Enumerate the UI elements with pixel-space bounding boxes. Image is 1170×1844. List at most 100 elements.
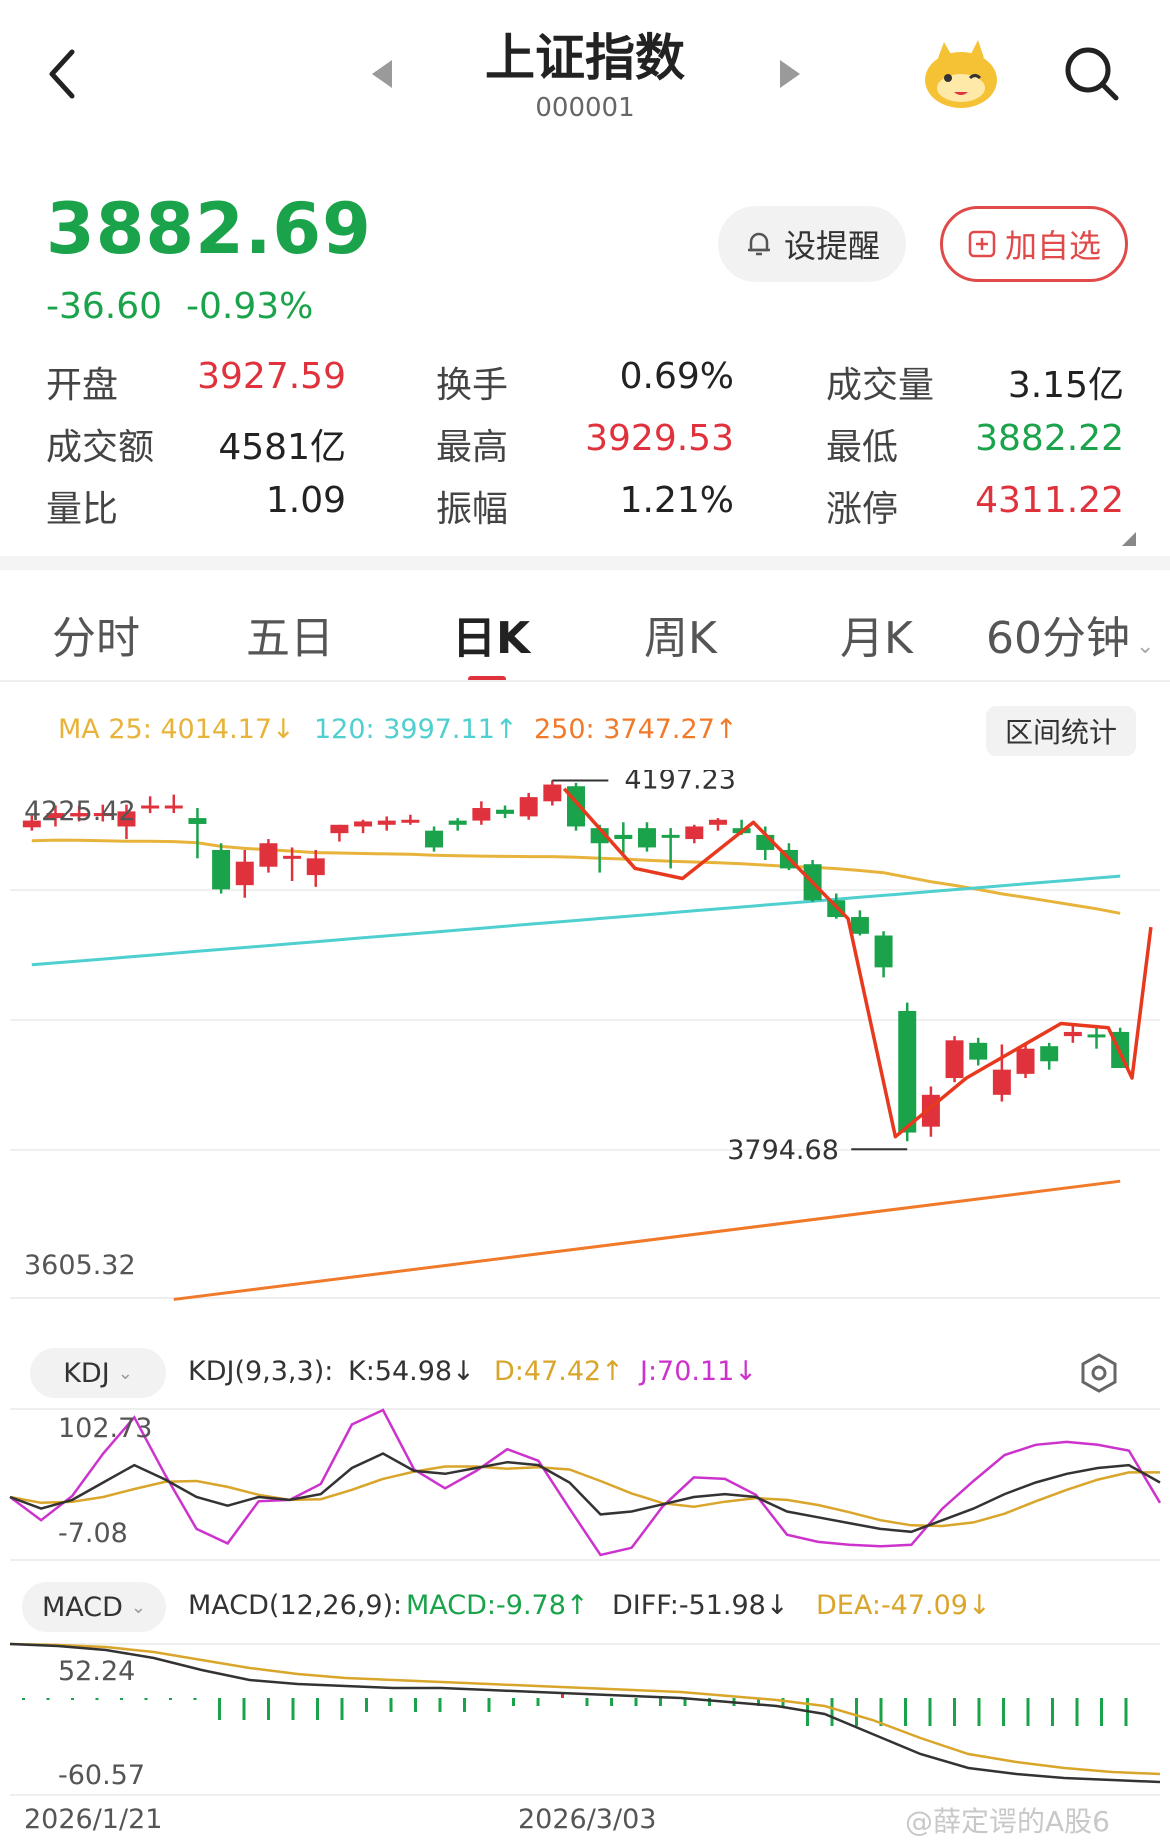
stat-label-amount: 成交额: [46, 427, 155, 468]
kdj-d-value: D:47.42↑: [494, 1356, 624, 1387]
stat-value-open: 3927.59: [197, 356, 346, 397]
price-change: -36.60: [46, 286, 163, 327]
set-alert-label: 设提醒: [783, 227, 880, 265]
macd-axis-bottom: -60.57: [58, 1760, 145, 1791]
macd-histogram-bar: [22, 1698, 25, 1700]
candle-body: [212, 849, 231, 890]
next-stock-arrow-icon[interactable]: [780, 60, 800, 88]
kdj-axis-bottom: -7.08: [58, 1518, 128, 1549]
add-watchlist-button[interactable]: 加自选: [940, 206, 1128, 282]
macd-histogram-bar: [169, 1698, 172, 1700]
tab-weekly-k[interactable]: 周K: [644, 602, 717, 666]
macd-indicator-selector[interactable]: MACD ⌄: [22, 1582, 166, 1632]
watermark: @薛定谔的A股6: [905, 1805, 1110, 1838]
macd-histogram-bar: [365, 1698, 368, 1712]
macd-diff-line: [9, 1642, 1161, 1784]
search-button[interactable]: [1062, 44, 1122, 104]
macd-histogram-bar: [904, 1698, 907, 1726]
macd-histogram-bar: [830, 1698, 834, 1726]
candle-body: [519, 797, 538, 817]
candle-body: [330, 824, 349, 834]
tab-daily-k[interactable]: 日K: [452, 602, 530, 666]
macd-histogram-bar: [855, 1698, 858, 1726]
candle-body: [850, 917, 869, 934]
candle-body: [969, 1042, 988, 1060]
macd-histogram-bar: [585, 1698, 589, 1706]
macd-histogram-bar: [1026, 1698, 1030, 1726]
macd-histogram-bar: [1002, 1698, 1005, 1726]
candle-body: [543, 784, 562, 802]
candle-body: [708, 819, 727, 825]
macd-histogram-bar: [340, 1698, 344, 1720]
macd-histogram-bar: [487, 1698, 491, 1712]
stat-label-amplitude: 振幅: [436, 489, 509, 530]
chevron-down-icon: ⌄: [130, 1596, 147, 1618]
macd-histogram-bar: [120, 1698, 123, 1700]
set-alert-button[interactable]: 设提醒: [718, 206, 906, 282]
high-marker-label: 4197.23: [624, 770, 736, 796]
page-title: 上证指数: [485, 29, 685, 87]
date-axis-start: 2026/1/21: [24, 1804, 163, 1835]
ma25-line: [31, 838, 1121, 915]
y-axis-bottom-label: 3605.32: [24, 1250, 136, 1281]
tab-60min-label: 60分钟: [986, 613, 1130, 664]
mascot-icon[interactable]: [920, 38, 1002, 110]
macd-histogram-bar: [561, 1694, 564, 1698]
candle-body: [235, 861, 254, 886]
stat-value-limit-up: 4311.22: [975, 480, 1124, 521]
y-axis-top-label: 4225.42: [24, 796, 136, 827]
tab-five-day[interactable]: 五日: [246, 602, 334, 666]
macd-title: MACD(12,26,9):: [188, 1590, 403, 1621]
candle-body: [1063, 1031, 1082, 1037]
back-button[interactable]: [40, 44, 90, 104]
macd-histogram-bar: [634, 1698, 638, 1706]
indicator-settings-button[interactable]: [1078, 1352, 1120, 1394]
stat-label-high: 最高: [436, 427, 509, 468]
stock-code: 000001: [535, 93, 635, 123]
ma120-legend: 120: 3997.11↑: [314, 714, 518, 745]
macd-axis-top: 52.24: [58, 1656, 135, 1687]
expand-corner-icon[interactable]: [1122, 532, 1136, 546]
candle-body: [1040, 1046, 1059, 1062]
kdj-indicator-selector[interactable]: KDJ ⌄: [30, 1348, 166, 1398]
candle-body: [874, 935, 893, 968]
candle-body: [354, 821, 373, 827]
kdj-chart[interactable]: 102.73 -7.08: [0, 1405, 1170, 1565]
candle-body: [401, 819, 420, 823]
kdj-j-value: J:70.11↓: [640, 1356, 757, 1387]
candlestick-chart[interactable]: 4225.42 3605.32 4197.23 3794.68: [0, 770, 1170, 1310]
candle-body: [496, 809, 515, 814]
tab-monthly-k[interactable]: 月K: [840, 602, 913, 666]
macd-histogram-bar: [659, 1698, 662, 1706]
candle-body: [425, 830, 444, 848]
back-arrow-icon: [49, 49, 75, 99]
macd-histogram-bar: [536, 1698, 540, 1706]
ma250-line: [173, 1179, 1121, 1301]
tab-intraday[interactable]: 分时: [52, 602, 140, 666]
candle-body: [1016, 1048, 1035, 1074]
kdj-k-value: K:54.98↓: [348, 1356, 475, 1387]
stat-value-amount: 4581亿: [218, 427, 346, 468]
macd-histogram-bar: [1075, 1698, 1079, 1726]
macd-histogram-bar: [267, 1698, 270, 1720]
stat-label-volume-ratio: 量比: [46, 489, 119, 530]
macd-histogram-bar: [291, 1698, 295, 1720]
macd-chart[interactable]: 52.24 -60.57: [0, 1640, 1170, 1800]
macd-histogram-bar: [512, 1698, 515, 1706]
macd-histogram-bar: [389, 1698, 393, 1712]
macd-histogram-bar: [218, 1698, 221, 1720]
range-stats-button[interactable]: 区间统计: [986, 706, 1136, 756]
tab-60min[interactable]: 60分钟 ⌄: [986, 602, 1154, 666]
candle-body: [377, 820, 396, 825]
macd-histogram-bar: [977, 1698, 981, 1726]
candle-body: [637, 828, 656, 848]
stat-value-amplitude: 1.21%: [619, 480, 734, 521]
candle-body: [685, 826, 704, 840]
stat-label-limit-up: 涨停: [826, 489, 899, 530]
macd-histogram-bar: [1051, 1698, 1054, 1726]
stat-value-volume-ratio: 1.09: [265, 480, 346, 521]
macd-histogram-bar: [953, 1698, 956, 1726]
tabs-divider: [0, 680, 1170, 682]
candle-body: [141, 805, 160, 809]
macd-histogram-bar: [610, 1698, 613, 1706]
